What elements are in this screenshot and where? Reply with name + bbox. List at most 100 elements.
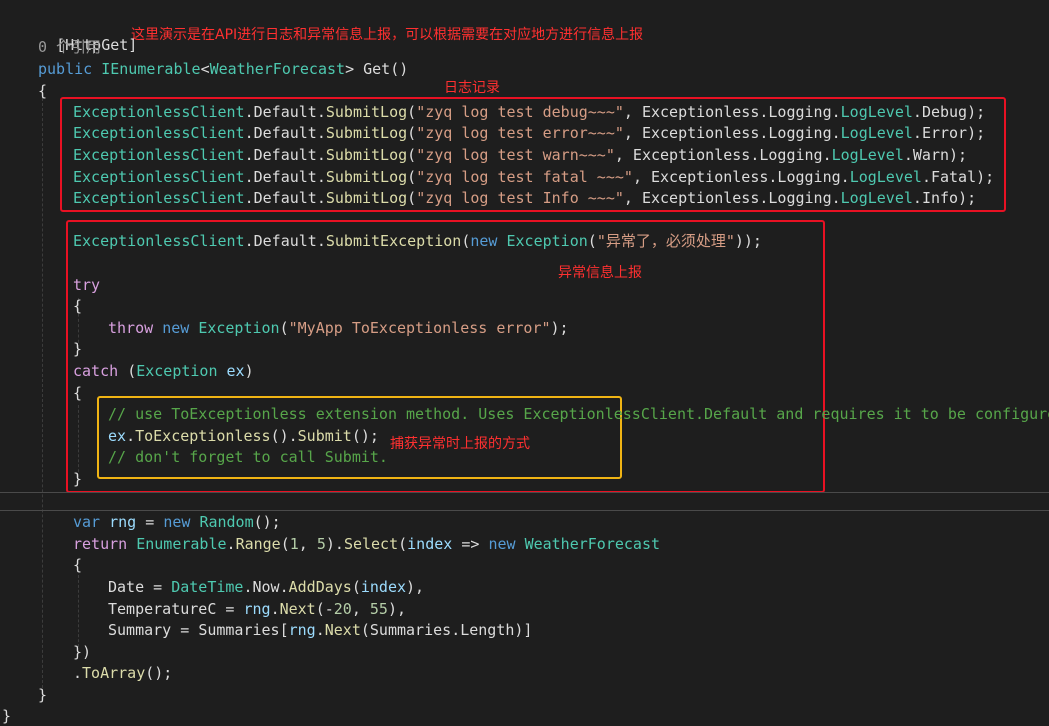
code-line-var-rng: var rng = new Random();: [73, 513, 281, 531]
enum-value: Debug: [921, 103, 968, 121]
namespace: , Exceptionless.Logging.: [623, 189, 841, 207]
enum-value: Error: [921, 124, 968, 142]
string-literal: "MyApp ToExceptionless error": [288, 319, 551, 337]
punct: <: [200, 60, 210, 78]
type-datetime: DateTime: [171, 578, 244, 596]
member: .Default.: [244, 124, 326, 142]
var-rng: rng: [288, 621, 316, 639]
var-ex: ex: [226, 362, 245, 380]
code-line-catch: catch (Exception ex): [73, 362, 254, 380]
method-submitlog: SubmitLog: [325, 189, 408, 207]
namespace: , Exceptionless.Logging.: [623, 103, 841, 121]
brace-open: {: [73, 384, 83, 402]
brace-close: }): [73, 643, 92, 661]
method-submitexception: SubmitException: [325, 232, 462, 250]
reference-count[interactable]: 0 个引用: [38, 37, 101, 57]
code-line-return: return Enumerable.Range(1, 5).Select(ind…: [73, 535, 661, 553]
member: .Default.: [244, 146, 326, 164]
note-log: 日志记录: [444, 80, 500, 96]
type-loglevel: LogLevel: [831, 146, 904, 164]
type-exceptionlessclient: ExceptionlessClient: [73, 146, 245, 164]
kw-new: new: [163, 513, 191, 531]
member: .Default.: [244, 103, 326, 121]
string-literal: "zyq log test error~~~": [416, 124, 624, 142]
brace-open: {: [73, 556, 83, 574]
type-exceptionlessclient: ExceptionlessClient: [73, 168, 245, 186]
kw-new: new: [470, 232, 498, 250]
indent-guide: [78, 405, 79, 477]
type-exception: Exception: [136, 362, 218, 380]
prop-length: Length: [460, 621, 515, 639]
field-summaries: Summaries: [198, 621, 280, 639]
method-get: Get(): [354, 60, 409, 78]
kw-new: new: [488, 535, 516, 553]
prop-now: Now: [252, 578, 280, 596]
method-select: Select: [343, 535, 399, 553]
string-literal: "zyq log test fatal ~~~": [416, 168, 633, 186]
type-loglevel: LogLevel: [840, 124, 913, 142]
code-line-log-error: ExceptionlessClient.Default.SubmitLog("z…: [73, 124, 986, 142]
var-ex: ex: [108, 427, 127, 445]
kw-throw: throw: [108, 319, 154, 337]
code-line-date: Date = DateTime.Now.AddDays(index),: [108, 578, 425, 596]
code-attribute: [HttpGet]: [38, 15, 137, 54]
member: .Default.: [244, 168, 326, 186]
kw-new: new: [162, 319, 190, 337]
type-loglevel: LogLevel: [840, 189, 913, 207]
string-literal: "异常了，必须处理": [596, 232, 735, 250]
namespace: , Exceptionless.Logging.: [614, 146, 832, 164]
code-line-log-info: ExceptionlessClient.Default.SubmitLog("z…: [73, 189, 977, 207]
brace-open: {: [73, 297, 83, 315]
brace-close: }: [73, 470, 83, 488]
brace-close: }: [38, 686, 48, 704]
string-literal: "zyq log test Info ~~~": [416, 189, 624, 207]
type-exceptionlessclient: ExceptionlessClient: [73, 103, 245, 121]
kw-public: public: [38, 60, 93, 78]
code-line-submit-exception: ExceptionlessClient.Default.SubmitExcept…: [73, 232, 762, 250]
namespace: , Exceptionless.Logging.: [632, 168, 850, 186]
var-rng: rng: [243, 600, 271, 618]
method-adddays: AddDays: [288, 578, 352, 596]
type-loglevel: LogLevel: [849, 168, 922, 186]
indent-guide: [78, 575, 79, 647]
type-exceptionlessclient: ExceptionlessClient: [73, 232, 245, 250]
code-line-log-fatal: ExceptionlessClient.Default.SubmitLog("z…: [73, 168, 995, 186]
code-line-toexceptionless: ex.ToExceptionless().Submit();: [108, 427, 379, 445]
prop-temperaturec: TemperatureC: [108, 600, 217, 618]
code-line-summary: Summary = Summaries[rng.Next(Summaries.L…: [108, 621, 533, 639]
kw-var: var: [73, 513, 101, 531]
code-line-log-warn: ExceptionlessClient.Default.SubmitLog("z…: [73, 146, 968, 164]
field-summaries: Summaries: [369, 621, 452, 639]
kw-return: return: [73, 535, 128, 553]
type-ienumerable: IEnumerable: [101, 60, 201, 78]
method-submit: Submit: [297, 427, 352, 445]
type-exceptionlessclient: ExceptionlessClient: [73, 189, 245, 207]
kw-catch: catch: [73, 362, 119, 380]
method-submitlog: SubmitLog: [325, 124, 408, 142]
enum-value: Fatal: [930, 168, 977, 186]
enum-value: Info: [921, 189, 959, 207]
code-line-temperature: TemperatureC = rng.Next(-20, 55),: [108, 600, 407, 618]
method-submitlog: SubmitLog: [325, 103, 408, 121]
type-random: Random: [199, 513, 254, 531]
separator-line: [0, 510, 1049, 511]
indent-guide: [42, 98, 43, 688]
type-exception: Exception: [198, 319, 280, 337]
method-submitlog: SubmitLog: [325, 168, 408, 186]
comment-line: // don't forget to call Submit.: [108, 448, 388, 466]
code-line-log-debug: ExceptionlessClient.Default.SubmitLog("z…: [73, 103, 986, 121]
comment-line: // use ToExceptionless extension method.…: [108, 405, 1049, 423]
brace-close: }: [2, 707, 12, 725]
method-signature: public IEnumerable<WeatherForecast> Get(…: [38, 59, 408, 79]
member: .Default.: [244, 189, 326, 207]
param-index: index: [360, 578, 407, 596]
prop-summary: Summary: [108, 621, 172, 639]
param-index: index: [407, 535, 453, 553]
method-next: Next: [324, 621, 361, 639]
method-toarray: ToArray: [82, 664, 146, 682]
enum-value: Warn: [912, 146, 950, 164]
string-literal: "zyq log test debug~~~": [416, 103, 624, 121]
member: .Default.: [244, 232, 326, 250]
type-enumerable: Enumerable: [136, 535, 227, 553]
method-toexceptionless: ToExceptionless: [135, 427, 271, 445]
